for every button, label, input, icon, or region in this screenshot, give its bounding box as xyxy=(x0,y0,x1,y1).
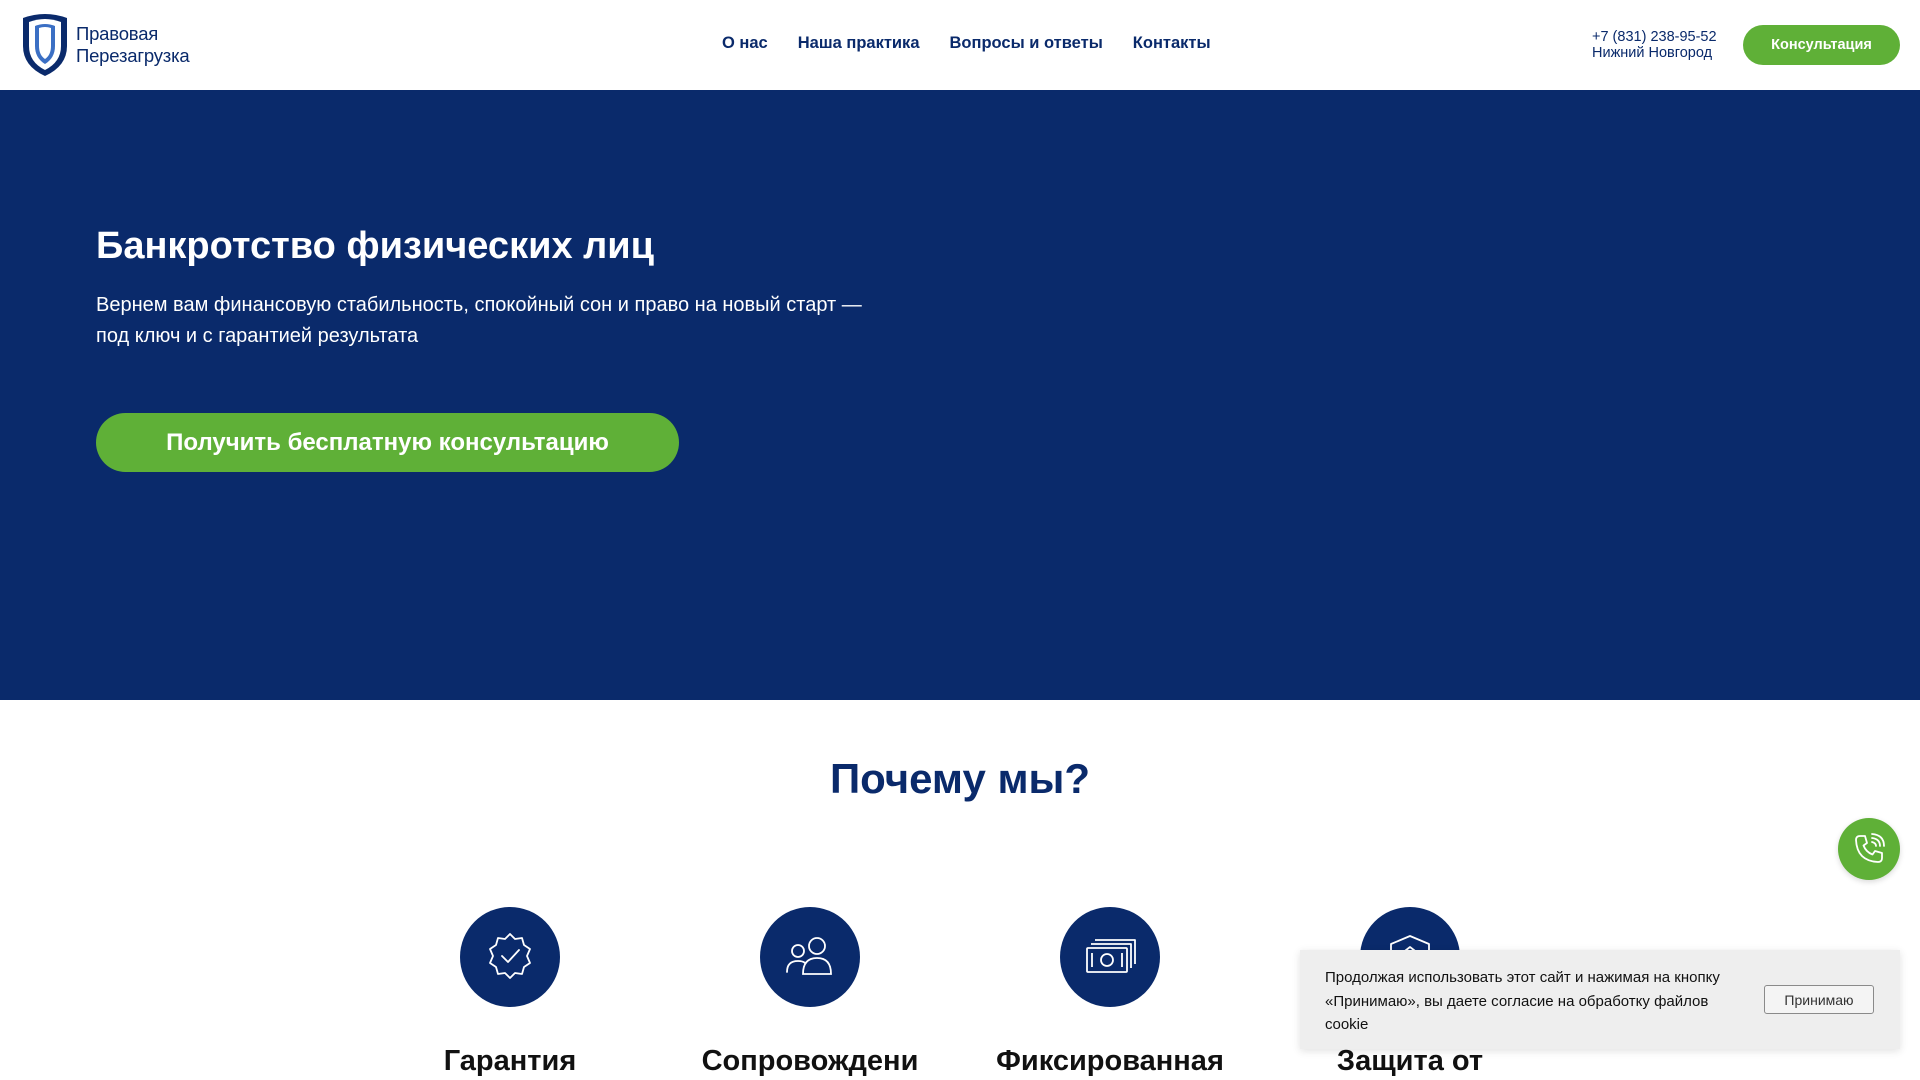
free-consultation-button[interactable]: Получить бесплатную консультацию xyxy=(96,413,679,472)
money-icon xyxy=(1086,939,1136,973)
cookie-text-line1: Продолжая использовать этот сайт и нажим… xyxy=(1325,969,1720,986)
phone-number[interactable]: +7 (831) 238-95-52 xyxy=(1592,29,1717,45)
main-nav: О нас Наша практика Вопросы и ответы Кон… xyxy=(722,34,1211,53)
nav-item-faq[interactable]: Вопросы и ответы xyxy=(950,34,1103,53)
logo-text-line1: Правовая xyxy=(76,23,159,44)
feature-icon-circle xyxy=(460,907,560,1007)
feature-title: Сопровождени xyxy=(701,1045,919,1077)
cookie-text: Продолжая использовать этот сайт и нажим… xyxy=(1325,966,1755,1037)
site-header: Правовая Перезагрузка О нас Наша практик… xyxy=(0,0,1920,90)
phone-icon xyxy=(1855,833,1885,863)
feature-support: Сопровождени xyxy=(660,907,960,1078)
cookie-text-line2: «Принимаю», вы даете согласие на обработ… xyxy=(1325,992,1709,1010)
shield-logo-icon xyxy=(23,14,67,76)
nav-item-contacts[interactable]: Контакты xyxy=(1133,34,1211,53)
hero-subtitle-line2: под ключ и с гарантией результата xyxy=(96,325,419,347)
logo-text: Правовая Перезагрузка xyxy=(76,23,190,67)
logo[interactable]: Правовая Перезагрузка xyxy=(19,12,190,78)
logo-text-line2: Перезагрузка xyxy=(76,45,190,66)
cookie-text-line3: cookie xyxy=(1325,1016,1369,1033)
nav-item-practice[interactable]: Наша практика xyxy=(798,34,920,53)
feature-icon-circle xyxy=(760,907,860,1007)
feature-title: Гарантия xyxy=(443,1045,577,1077)
hero-section: Банкротство физических лиц Вернем вам фи… xyxy=(0,90,1920,700)
call-button[interactable] xyxy=(1838,818,1900,880)
badge-check-icon xyxy=(489,933,531,979)
consultation-button[interactable]: Консультация xyxy=(1743,25,1900,65)
cookie-banner: Продолжая использовать этот сайт и нажим… xyxy=(1300,950,1900,1049)
hero-title: Банкротство физических лиц xyxy=(96,225,654,267)
feature-guarantee: Гарантия xyxy=(360,907,660,1078)
why-us-title: Почему мы? xyxy=(829,755,1091,802)
nav-item-about[interactable]: О нас xyxy=(722,34,768,53)
cookie-accept-button[interactable]: Принимаю xyxy=(1764,985,1874,1014)
users-icon xyxy=(786,937,832,975)
contact-info: +7 (831) 238-95-52 Нижний Новгород xyxy=(1592,29,1717,61)
city-label: Нижний Новгород xyxy=(1592,45,1713,61)
feature-title: Защита от xyxy=(1336,1045,1484,1077)
hero-subtitle-line1: Вернем вам финансовую стабильность, спок… xyxy=(96,294,862,316)
hero-subtitle: Вернем вам финансовую стабильность, спок… xyxy=(96,290,896,352)
feature-title: Фиксированная xyxy=(996,1045,1224,1077)
feature-fixed-price: Фиксированная xyxy=(960,907,1260,1078)
feature-icon-circle xyxy=(1060,907,1160,1007)
